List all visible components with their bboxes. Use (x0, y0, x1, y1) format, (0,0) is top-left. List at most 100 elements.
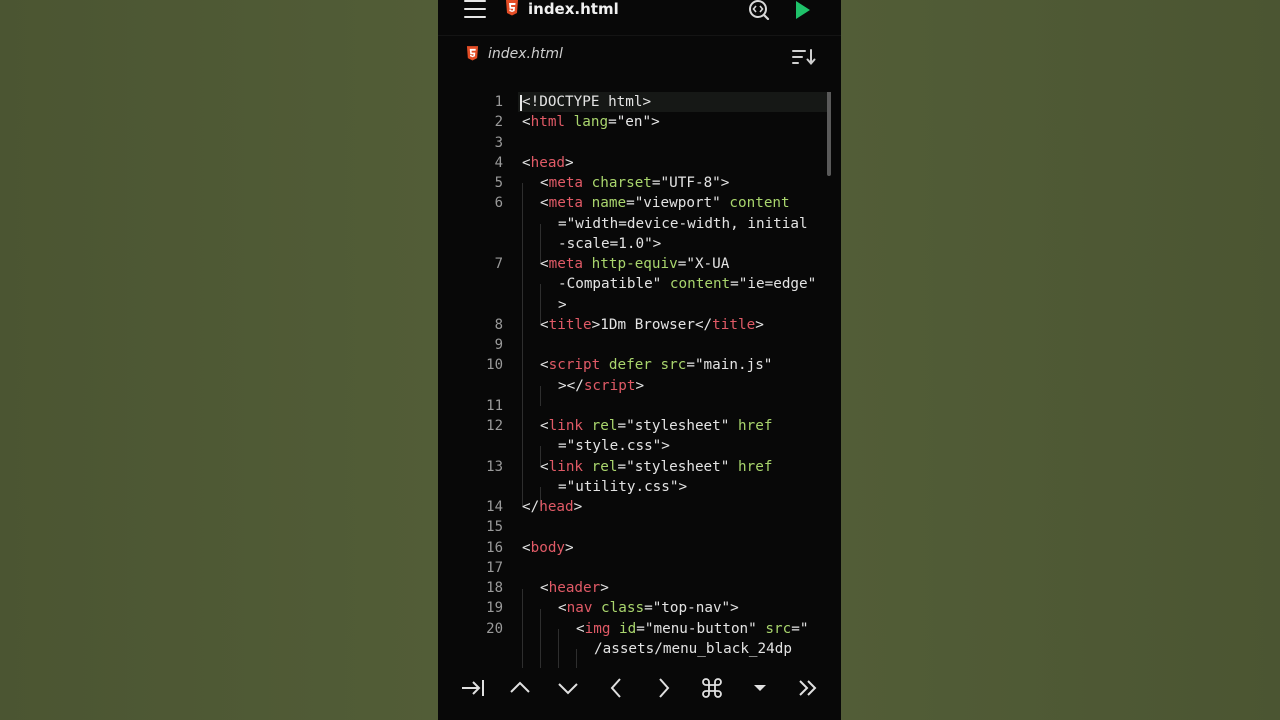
code-token: html (530, 114, 566, 131)
code-token: < (540, 580, 549, 596)
code-token: <!DOCTYPE html> (522, 94, 652, 110)
code-token: < (522, 154, 531, 171)
code-token: < (540, 458, 549, 475)
play-icon[interactable] (795, 1, 811, 19)
code-token: http-equiv (583, 256, 678, 272)
dropdown-triangle-icon[interactable] (740, 676, 780, 704)
code-line: -Compatible" content="ie=edge" (558, 274, 816, 294)
arrow-down-icon[interactable] (548, 676, 588, 704)
code-token: > (755, 316, 764, 333)
indent-guide (522, 183, 523, 507)
line-number: 12 (486, 418, 503, 434)
code-token: > (558, 296, 567, 313)
code-line: -scale=1.0"> (558, 234, 661, 254)
code-token: title (712, 316, 756, 333)
text-cursor (520, 95, 522, 111)
code-token: -Compatible" (558, 276, 670, 293)
code-line: <img id="menu-button" src=" (576, 619, 808, 639)
tab-bar: index.html (438, 35, 841, 78)
code-line: <body> (522, 538, 574, 558)
tab-key-icon[interactable] (453, 676, 493, 704)
arrow-right-icon[interactable] (644, 676, 684, 704)
code-token: head (530, 154, 566, 171)
line-number: 18 (486, 580, 503, 596)
code-token: ="top-nav"> (644, 600, 739, 617)
code-token: < (576, 620, 585, 637)
code-line: <link rel="stylesheet" href (540, 457, 772, 477)
code-token: rel (583, 458, 618, 475)
hamburger-menu-icon[interactable] (464, 0, 486, 20)
code-token: header (548, 580, 601, 596)
code-token: -scale=1.0"> (558, 235, 662, 252)
code-token: < (540, 316, 549, 333)
code-token: < (540, 357, 549, 374)
code-line: ="style.css"> (558, 436, 670, 456)
code-editor[interactable]: 1 2 3 4 5 6 7 8 9 10 11 12 13 14 15 16 1… (438, 92, 841, 668)
code-token: ="X-UA (677, 256, 730, 272)
code-token: class (592, 600, 645, 617)
indent-guide (540, 609, 541, 668)
double-chevron-right-icon[interactable] (788, 676, 828, 704)
code-token: charset (583, 175, 652, 191)
line-number: 13 (486, 458, 503, 475)
code-token: lang (565, 114, 609, 131)
code-line: <link rel="stylesheet" href (540, 416, 772, 436)
indent-guide (558, 629, 559, 668)
arrow-left-icon[interactable] (596, 676, 636, 704)
code-token: img (584, 620, 611, 637)
code-token: =" (791, 620, 809, 637)
line-number: 7 (494, 256, 503, 272)
command-icon[interactable] (692, 676, 732, 704)
code-token: content (669, 276, 731, 293)
line-number: 11 (486, 397, 503, 414)
code-token: < (540, 418, 549, 434)
code-line: <title>1Dm Browser</title> (540, 315, 764, 335)
background-right (841, 0, 1280, 720)
code-token: src (765, 620, 792, 637)
code-token: > (565, 539, 574, 556)
code-token: defer src (600, 357, 687, 374)
tab-label: index.html (488, 46, 563, 62)
line-number: 4 (494, 154, 503, 171)
line-number: 17 (486, 559, 503, 576)
code-token: href (738, 418, 773, 434)
line-number: 16 (486, 539, 503, 556)
code-line: <meta name="viewport" content (540, 193, 790, 213)
app-toolbar: index.html (438, 0, 841, 34)
code-token: ="UTF-8"> (651, 175, 730, 191)
code-token: meta (548, 256, 584, 272)
html5-icon (466, 46, 479, 61)
code-line: <meta http-equiv="X-UA (540, 254, 729, 274)
code-line: > (558, 295, 567, 315)
code-token: body (530, 539, 566, 556)
line-number: 6 (494, 195, 503, 212)
code-line: <meta charset="UTF-8"> (540, 173, 729, 193)
code-token: id (610, 620, 637, 637)
code-line: ="utility.css"> (558, 477, 687, 497)
line-number: 20 (486, 620, 503, 637)
code-token: link (548, 458, 584, 475)
line-number: 5 (494, 175, 503, 191)
code-token: >1Dm Browser</ (591, 316, 713, 333)
code-token: < (540, 175, 549, 191)
code-token: ="viewport" (626, 195, 730, 212)
indent-guide (540, 386, 541, 406)
search-code-icon[interactable] (748, 0, 770, 20)
code-token: ="main.js" (686, 357, 773, 374)
code-token: script (548, 357, 601, 374)
code-line: <html lang="en"> (522, 112, 660, 132)
indent-guide (522, 589, 523, 668)
code-token: < (540, 195, 549, 212)
code-token: link (548, 418, 584, 434)
editor-scrollbar[interactable] (827, 92, 831, 176)
arrow-up-icon[interactable] (500, 676, 540, 704)
code-token: rel (583, 418, 618, 434)
sort-icon[interactable] (792, 48, 816, 66)
tab-index-html[interactable]: index.html (456, 36, 596, 76)
code-token: > (635, 377, 645, 394)
code-line: /assets/menu_black_24dp (594, 639, 792, 659)
code-line: <head> (522, 153, 574, 173)
code-token: > (573, 499, 583, 515)
code-token: ="en"> (608, 114, 660, 131)
code-token: > (565, 154, 574, 171)
